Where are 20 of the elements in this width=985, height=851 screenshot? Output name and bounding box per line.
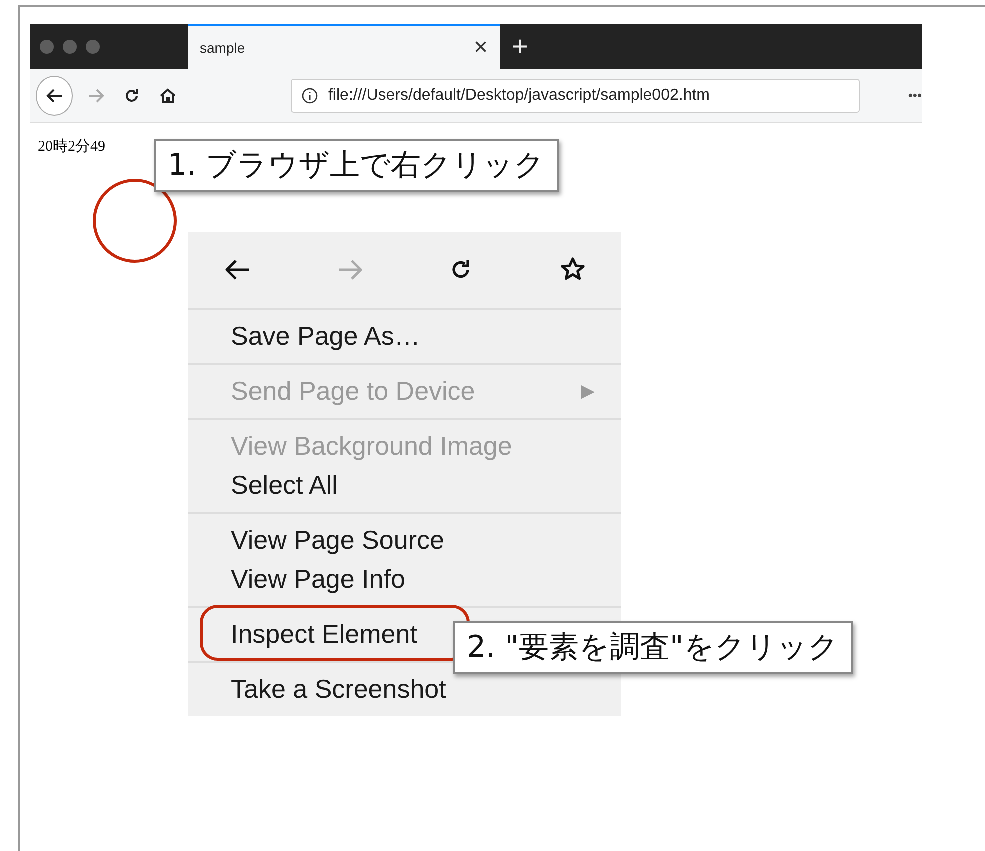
window-control-icon[interactable] (86, 40, 100, 54)
callout-label: 2. "要素を調査"をクリック (453, 621, 853, 674)
menu-item[interactable]: Save Page As… (188, 320, 621, 353)
window-control-icon[interactable] (40, 40, 54, 54)
address-bar[interactable]: file:///Users/default/Desktop/javascript/sample002.htm (291, 78, 860, 112)
menu-item[interactable]: View Page Source (188, 524, 621, 557)
close-tab-button[interactable]: × (474, 34, 488, 62)
more-button[interactable]: ••• (908, 88, 922, 103)
page-text: 20時2分49 (38, 138, 106, 156)
callout-label: 1. ブラウザ上で右クリック (154, 139, 560, 192)
window-control-icon[interactable] (63, 40, 77, 54)
new-tab-button[interactable]: + (500, 24, 540, 69)
info-icon[interactable] (302, 88, 318, 104)
tab-title: sample (200, 40, 246, 56)
browser-tab[interactable]: sample × (188, 24, 500, 69)
menu-item[interactable]: View Page Info (188, 563, 621, 596)
menu-item[interactable]: Select All (188, 469, 621, 502)
menu-item[interactable]: Inspect Element (188, 618, 418, 651)
back-button[interactable] (36, 76, 74, 116)
menu-item[interactable]: Take a Screenshot (188, 673, 621, 706)
